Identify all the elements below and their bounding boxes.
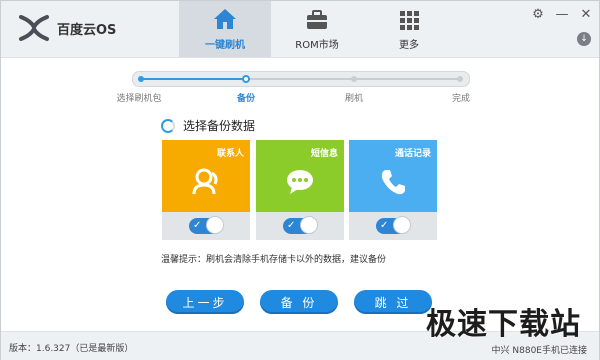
- call-log-toggle[interactable]: ✓: [376, 216, 411, 234]
- check-icon: ✓: [380, 220, 389, 231]
- step-dot-current: [242, 75, 250, 83]
- step-progress: [132, 71, 470, 87]
- card-title: 通话记录: [394, 149, 431, 159]
- minimize-icon[interactable]: —: [555, 7, 569, 22]
- toggle-knob: [393, 216, 411, 234]
- skip-button[interactable]: 跳 过: [354, 290, 432, 314]
- step-label-flash: 刷机: [344, 94, 364, 104]
- grid-icon: [400, 11, 419, 30]
- backup-card-call-log: 通话记录 ✓: [349, 140, 437, 240]
- tab-more-label: 更多: [399, 40, 419, 51]
- step-label-complete: 完成: [451, 94, 471, 104]
- card-footer: ✓: [162, 212, 250, 240]
- step-label-select-package: 选择刷机包: [116, 94, 162, 104]
- card-header: 联系人: [162, 140, 250, 212]
- tab-more[interactable]: 更多: [363, 1, 455, 57]
- message-icon: [287, 170, 313, 194]
- warning-tip: 温馨提示：刷机会清除手机存储卡以外的数据，建议备份: [161, 255, 387, 265]
- card-footer: ✓: [256, 212, 344, 240]
- watermark: 极速下载站: [426, 307, 581, 342]
- home-icon: [214, 9, 236, 29]
- step-dot: [457, 76, 463, 82]
- check-icon: ✓: [287, 220, 296, 231]
- prev-step-button[interactable]: 上一步: [166, 290, 244, 314]
- app-window: 百度云OS 一键刷机 ROM市场 更多 ⚙ — ✕ ↓ 选择刷机包 备份 刷机 …: [0, 0, 600, 360]
- messages-toggle[interactable]: ✓: [283, 216, 318, 234]
- tab-rom-market-label: ROM市场: [295, 40, 339, 51]
- toggle-knob: [206, 216, 224, 234]
- briefcase-icon: [307, 10, 327, 29]
- step-dot: [351, 76, 357, 82]
- baidu-cloud-logo-icon: [19, 15, 49, 41]
- section-title-text: 选择备份数据: [183, 119, 256, 133]
- card-footer: ✓: [349, 212, 437, 240]
- card-title: 短信息: [310, 149, 338, 159]
- app-logo-text: 百度云OS: [57, 22, 117, 38]
- tab-rom-market[interactable]: ROM市场: [271, 1, 363, 57]
- top-bar: 百度云OS 一键刷机 ROM市场 更多 ⚙ — ✕ ↓: [1, 1, 599, 58]
- step-label-backup: 备份: [236, 94, 256, 104]
- toggle-knob: [300, 216, 318, 234]
- card-header: 通话记录: [349, 140, 437, 212]
- card-header: 短信息: [256, 140, 344, 212]
- app-logo: 百度云OS: [17, 13, 116, 43]
- tab-flash-label: 一键刷机: [205, 40, 245, 51]
- backup-card-messages: 短信息 ✓: [256, 140, 344, 240]
- section-title: 选择备份数据: [161, 117, 255, 134]
- tab-flash[interactable]: 一键刷机: [179, 1, 271, 57]
- close-icon[interactable]: ✕: [579, 7, 593, 22]
- main-nav: 一键刷机 ROM市场 更多: [179, 1, 455, 57]
- check-icon: ✓: [193, 220, 202, 231]
- phone-icon: [381, 170, 405, 195]
- gear-icon[interactable]: ⚙: [531, 7, 545, 22]
- window-controls: ⚙ — ✕: [531, 7, 593, 22]
- download-icon[interactable]: ↓: [577, 32, 591, 46]
- connection-status: 中兴 N880E手机已连接: [491, 346, 587, 356]
- loading-spinner-icon: [161, 118, 175, 133]
- card-title: 联系人: [216, 149, 244, 159]
- step-dot: [138, 76, 144, 82]
- backup-button[interactable]: 备 份: [260, 290, 338, 314]
- contacts-toggle[interactable]: ✓: [189, 216, 224, 234]
- backup-card-contacts: 联系人 ✓: [162, 140, 250, 240]
- version-text: 版本：1.6.327（已是最新版）: [9, 344, 134, 354]
- contacts-icon: [192, 168, 218, 195]
- progress-fill: [139, 78, 247, 80]
